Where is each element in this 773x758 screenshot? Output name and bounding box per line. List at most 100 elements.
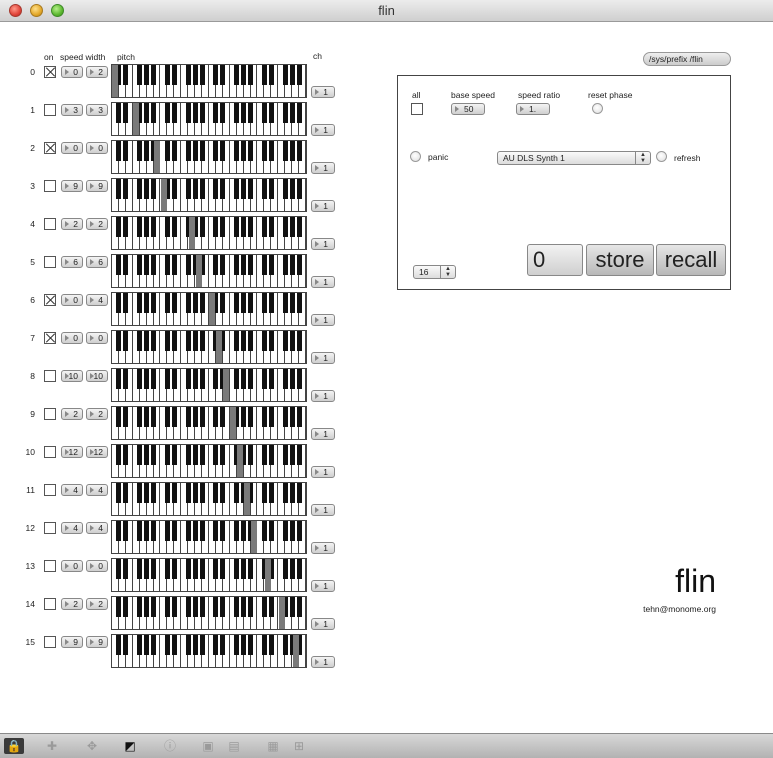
row-on-toggle[interactable]	[44, 104, 56, 116]
black-key[interactable]	[144, 559, 150, 579]
black-key[interactable]	[137, 179, 143, 199]
black-key[interactable]	[282, 217, 288, 237]
black-key[interactable]	[296, 255, 302, 275]
black-key[interactable]	[185, 103, 191, 123]
recall-button[interactable]: recall	[656, 244, 726, 276]
black-key[interactable]	[192, 407, 198, 427]
black-key[interactable]	[296, 179, 302, 199]
black-key[interactable]	[220, 103, 226, 123]
black-key[interactable]	[220, 483, 226, 503]
black-key[interactable]	[261, 445, 267, 465]
black-key[interactable]	[123, 635, 129, 655]
black-key[interactable]	[268, 597, 274, 617]
black-key[interactable]	[234, 369, 240, 389]
black-key[interactable]	[151, 103, 157, 123]
black-key[interactable]	[137, 635, 143, 655]
channel-number-box[interactable]: 1	[311, 162, 335, 174]
black-key[interactable]	[289, 483, 295, 503]
black-key[interactable]	[213, 65, 219, 85]
black-key[interactable]	[171, 103, 177, 123]
black-key[interactable]	[116, 103, 122, 123]
black-key[interactable]	[199, 559, 205, 579]
black-key[interactable]	[199, 597, 205, 617]
black-key[interactable]	[296, 103, 302, 123]
black-key[interactable]	[248, 255, 254, 275]
row-on-toggle[interactable]	[44, 560, 56, 572]
info-icon[interactable]: ⓘ	[162, 738, 178, 754]
grid-icon[interactable]: ▦	[265, 738, 281, 754]
black-key[interactable]	[268, 331, 274, 351]
black-key[interactable]	[171, 597, 177, 617]
black-key[interactable]	[164, 407, 170, 427]
store-button[interactable]: store	[586, 244, 654, 276]
black-key[interactable]	[213, 103, 219, 123]
black-key[interactable]	[144, 597, 150, 617]
channel-number-box[interactable]: 1	[311, 200, 335, 212]
pitch-keyboard[interactable]	[111, 368, 307, 402]
speed-number-box[interactable]: 9	[61, 180, 83, 192]
row-on-toggle[interactable]	[44, 66, 56, 78]
black-key[interactable]	[116, 521, 122, 541]
black-key[interactable]	[123, 179, 129, 199]
channel-number-box[interactable]: 1	[311, 352, 335, 364]
black-key[interactable]	[220, 635, 226, 655]
speed-number-box[interactable]: 0	[61, 332, 83, 344]
pitch-keyboard[interactable]	[111, 558, 307, 592]
channel-number-box[interactable]: 1	[311, 542, 335, 554]
black-key[interactable]	[296, 445, 302, 465]
black-key[interactable]	[123, 103, 129, 123]
speed-number-box[interactable]: 0	[61, 560, 83, 572]
black-key[interactable]	[116, 445, 122, 465]
black-key[interactable]	[220, 141, 226, 161]
black-key[interactable]	[296, 331, 302, 351]
black-key[interactable]	[171, 559, 177, 579]
black-key[interactable]	[248, 331, 254, 351]
black-key[interactable]	[192, 559, 198, 579]
black-key[interactable]	[199, 407, 205, 427]
black-key[interactable]	[185, 521, 191, 541]
black-key[interactable]	[241, 369, 247, 389]
black-key[interactable]	[220, 521, 226, 541]
black-key[interactable]	[289, 597, 295, 617]
pitch-keyboard[interactable]	[111, 216, 307, 250]
black-key[interactable]	[151, 255, 157, 275]
black-key[interactable]	[151, 597, 157, 617]
black-key[interactable]	[220, 445, 226, 465]
row-on-toggle[interactable]	[44, 142, 56, 154]
black-key[interactable]	[137, 65, 143, 85]
channel-number-box[interactable]: 1	[311, 124, 335, 136]
black-key[interactable]	[123, 407, 129, 427]
black-key[interactable]	[213, 559, 219, 579]
black-key[interactable]	[192, 293, 198, 313]
black-key[interactable]	[192, 445, 198, 465]
black-key[interactable]	[241, 331, 247, 351]
black-key[interactable]	[151, 521, 157, 541]
pitch-keyboard[interactable]	[111, 330, 307, 364]
black-key[interactable]	[192, 521, 198, 541]
black-key[interactable]	[164, 141, 170, 161]
black-key[interactable]	[123, 597, 129, 617]
black-key[interactable]	[185, 179, 191, 199]
black-key[interactable]	[164, 559, 170, 579]
speed-ratio-number-box[interactable]: 1.	[516, 103, 550, 115]
black-key[interactable]	[137, 597, 143, 617]
black-key[interactable]	[144, 483, 150, 503]
black-key[interactable]	[116, 407, 122, 427]
black-key[interactable]	[144, 407, 150, 427]
black-key[interactable]	[116, 217, 122, 237]
black-key[interactable]	[144, 331, 150, 351]
black-key[interactable]	[261, 255, 267, 275]
black-key[interactable]	[137, 521, 143, 541]
channel-number-box[interactable]: 1	[311, 580, 335, 592]
black-key[interactable]	[144, 369, 150, 389]
black-key[interactable]	[268, 255, 274, 275]
black-key[interactable]	[116, 483, 122, 503]
channel-number-box[interactable]: 1	[311, 504, 335, 516]
black-key[interactable]	[261, 635, 267, 655]
black-key[interactable]	[241, 217, 247, 237]
black-key[interactable]	[248, 103, 254, 123]
black-key[interactable]	[151, 293, 157, 313]
black-key[interactable]	[261, 293, 267, 313]
black-key[interactable]	[164, 445, 170, 465]
black-key[interactable]	[171, 331, 177, 351]
